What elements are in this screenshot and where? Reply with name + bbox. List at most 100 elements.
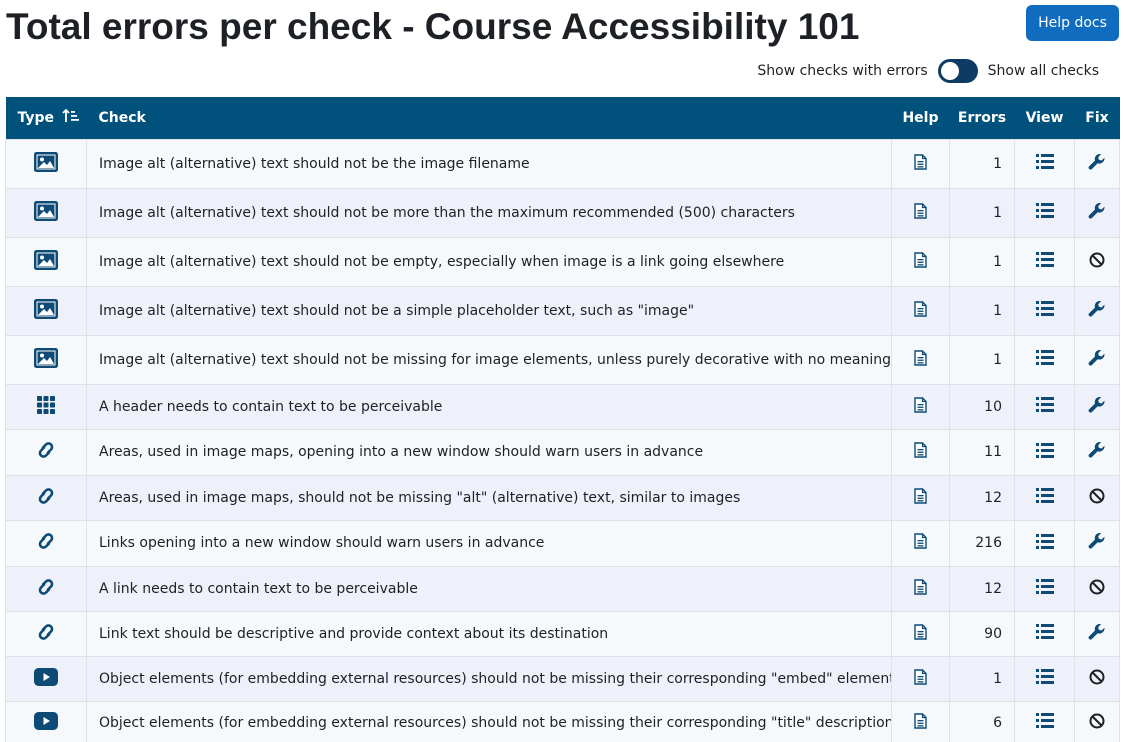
wrench-icon[interactable] bbox=[1088, 349, 1106, 371]
help-cell bbox=[891, 565, 950, 612]
list-icon[interactable] bbox=[1035, 579, 1054, 598]
file-icon[interactable] bbox=[914, 396, 927, 417]
type-cell bbox=[5, 428, 87, 476]
file-icon[interactable] bbox=[914, 623, 927, 644]
column-header-view: View bbox=[1025, 109, 1064, 126]
view-cell bbox=[1014, 428, 1075, 476]
check-cell: Image alt (alternative) text should not … bbox=[86, 187, 892, 238]
column-header-help: Help bbox=[902, 109, 939, 126]
view-cell bbox=[1014, 138, 1075, 189]
toggle-knob bbox=[940, 62, 959, 80]
image-icon bbox=[34, 151, 58, 176]
wrench-icon[interactable] bbox=[1088, 300, 1106, 322]
check-cell: Image alt (alternative) text should not … bbox=[86, 138, 892, 189]
type-cell bbox=[5, 334, 87, 385]
list-icon[interactable] bbox=[1035, 203, 1054, 222]
view-cell bbox=[1014, 285, 1075, 336]
show-checks-toggle[interactable] bbox=[937, 59, 978, 83]
view-cell bbox=[1014, 236, 1075, 287]
file-icon[interactable] bbox=[914, 300, 927, 321]
errors-cell: 216 bbox=[949, 519, 1015, 567]
table-row: A link needs to contain text to be perce… bbox=[5, 565, 1120, 612]
file-icon[interactable] bbox=[914, 349, 927, 370]
ban-icon bbox=[1089, 579, 1105, 599]
list-icon[interactable] bbox=[1035, 301, 1054, 320]
help-cell bbox=[891, 383, 950, 430]
fix-cell bbox=[1074, 474, 1120, 521]
column-header-type[interactable]: Type bbox=[6, 97, 87, 139]
table-header-row: Type Check Help Errors View Fix bbox=[5, 97, 1120, 139]
file-icon[interactable] bbox=[914, 442, 927, 462]
fix-cell bbox=[1074, 187, 1120, 238]
file-icon[interactable] bbox=[914, 487, 927, 508]
list-icon[interactable] bbox=[1035, 488, 1054, 507]
table-row: Image alt (alternative) text should not … bbox=[5, 187, 1120, 238]
type-cell bbox=[5, 610, 87, 657]
type-cell bbox=[5, 474, 87, 521]
list-icon[interactable] bbox=[1035, 713, 1054, 732]
check-cell: Image alt (alternative) text should not … bbox=[86, 285, 892, 336]
help-cell bbox=[891, 610, 950, 657]
wrench-icon[interactable] bbox=[1088, 153, 1106, 175]
list-icon[interactable] bbox=[1035, 533, 1054, 553]
list-icon[interactable] bbox=[1035, 397, 1054, 416]
table-row: Links opening into a new window should w… bbox=[5, 519, 1120, 567]
errors-cell: 12 bbox=[949, 474, 1015, 521]
type-cell bbox=[5, 700, 87, 742]
list-icon[interactable] bbox=[1035, 442, 1054, 462]
file-icon[interactable] bbox=[914, 153, 927, 174]
video-icon bbox=[34, 667, 58, 690]
image-icon bbox=[34, 249, 58, 274]
check-cell: A header needs to contain text to be per… bbox=[86, 383, 892, 430]
help-cell bbox=[891, 474, 950, 521]
table-row: Object elements (for embedding external … bbox=[5, 655, 1120, 702]
file-icon[interactable] bbox=[914, 251, 927, 272]
toggle-left-label: Show checks with errors bbox=[757, 63, 928, 79]
check-cell: Areas, used in image maps, should not be… bbox=[86, 474, 892, 521]
wrench-icon[interactable] bbox=[1088, 441, 1106, 463]
view-cell bbox=[1014, 187, 1075, 238]
wrench-icon[interactable] bbox=[1088, 623, 1106, 645]
fix-cell bbox=[1074, 236, 1120, 287]
ban-icon bbox=[1089, 488, 1105, 508]
table-row: Image alt (alternative) text should not … bbox=[5, 236, 1120, 287]
help-docs-button[interactable]: Help docs bbox=[1026, 5, 1119, 41]
column-header-check: Check bbox=[98, 109, 146, 126]
table-row: Areas, used in image maps, should not be… bbox=[5, 474, 1120, 521]
list-icon[interactable] bbox=[1035, 350, 1054, 369]
list-icon[interactable] bbox=[1035, 154, 1054, 173]
type-cell bbox=[5, 655, 87, 702]
help-cell bbox=[891, 334, 950, 385]
image-icon bbox=[34, 298, 58, 323]
checks-table: Type Check Help Errors View Fix Image al… bbox=[5, 97, 1120, 742]
view-cell bbox=[1014, 565, 1075, 612]
table-row: Image alt (alternative) text should not … bbox=[5, 138, 1120, 189]
list-icon[interactable] bbox=[1035, 624, 1054, 643]
help-cell bbox=[891, 655, 950, 702]
file-icon[interactable] bbox=[914, 202, 927, 223]
check-cell: Object elements (for embedding external … bbox=[86, 700, 892, 742]
errors-cell: 6 bbox=[949, 700, 1015, 742]
file-icon[interactable] bbox=[914, 533, 927, 553]
fix-cell bbox=[1074, 428, 1120, 476]
view-cell bbox=[1014, 383, 1075, 430]
errors-cell: 90 bbox=[949, 610, 1015, 657]
list-icon[interactable] bbox=[1035, 252, 1054, 271]
wrench-icon[interactable] bbox=[1088, 532, 1106, 554]
fix-cell bbox=[1074, 334, 1120, 385]
help-cell bbox=[891, 519, 950, 567]
toggle-right-label: Show all checks bbox=[987, 63, 1099, 79]
check-cell: Object elements (for embedding external … bbox=[86, 655, 892, 702]
link-icon bbox=[34, 531, 58, 555]
view-cell bbox=[1014, 610, 1075, 657]
link-icon bbox=[34, 440, 58, 464]
wrench-icon[interactable] bbox=[1088, 202, 1106, 224]
view-cell bbox=[1014, 700, 1075, 742]
file-icon[interactable] bbox=[914, 578, 927, 599]
type-cell bbox=[5, 565, 87, 612]
file-icon[interactable] bbox=[914, 668, 927, 689]
grid-icon bbox=[37, 395, 55, 418]
wrench-icon[interactable] bbox=[1088, 396, 1106, 418]
list-icon[interactable] bbox=[1035, 669, 1054, 688]
file-icon[interactable] bbox=[914, 712, 927, 733]
